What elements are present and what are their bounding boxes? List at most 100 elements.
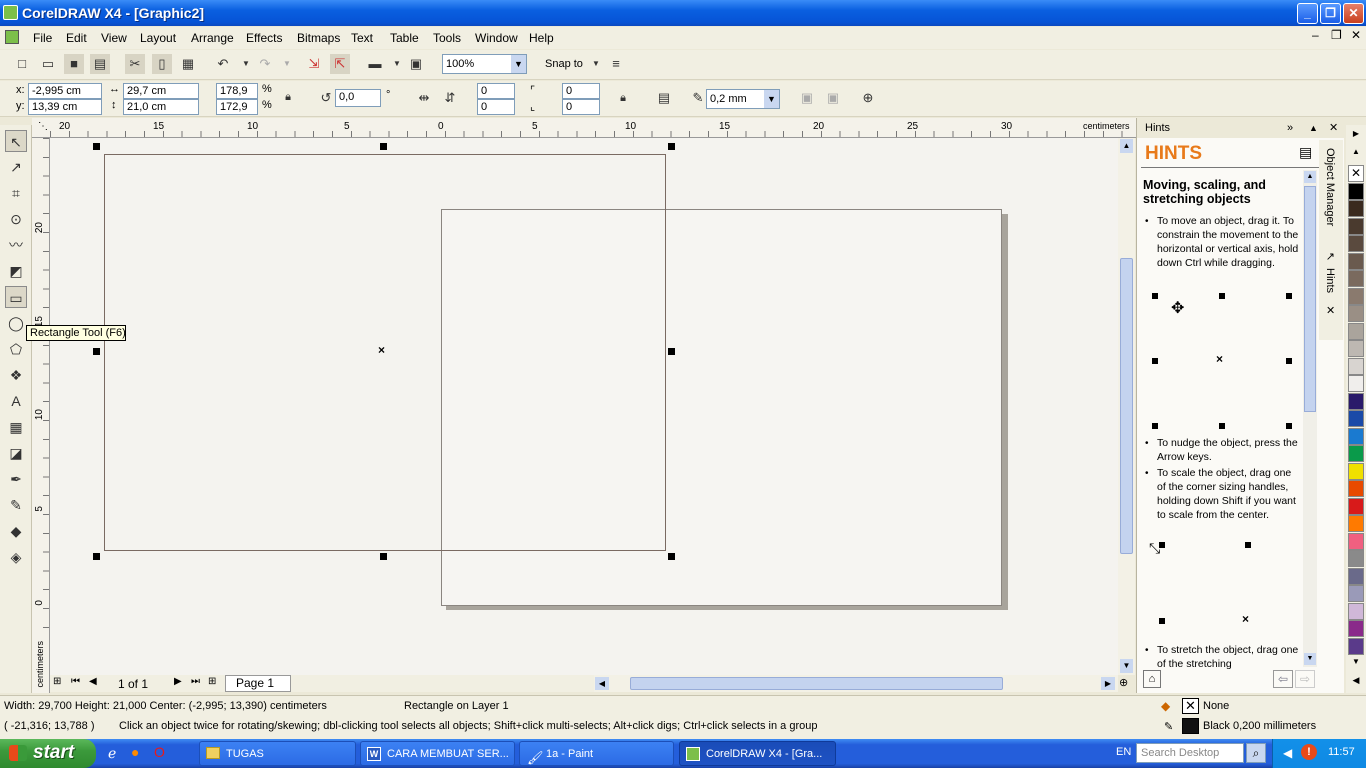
- scroll-left-icon[interactable]: ◀: [595, 677, 609, 690]
- back-arrow-icon[interactable]: ◀: [1283, 746, 1292, 760]
- color-swatch[interactable]: [1348, 200, 1364, 217]
- doc-close-icon[interactable]: ✕: [1351, 28, 1361, 42]
- color-swatch[interactable]: [1348, 585, 1364, 602]
- y-position-field[interactable]: 13,39 cm: [28, 99, 102, 115]
- color-swatch[interactable]: [1348, 217, 1364, 235]
- scale-width-field[interactable]: 178,9: [216, 83, 258, 99]
- drawing-canvas[interactable]: ×: [50, 138, 1118, 675]
- color-swatch[interactable]: [1348, 340, 1364, 357]
- cut-icon[interactable]: ✂: [125, 54, 145, 74]
- corner-radius-top-right[interactable]: 0: [562, 83, 600, 99]
- ie-icon[interactable]: ℯ: [108, 745, 116, 762]
- color-swatch[interactable]: [1348, 375, 1364, 392]
- launcher-dropdown-icon[interactable]: ▼: [387, 54, 407, 74]
- text-tool-icon[interactable]: A: [5, 390, 27, 412]
- page-tab[interactable]: Page 1: [225, 675, 291, 692]
- table-tool-icon[interactable]: ▦: [5, 416, 27, 438]
- polygon-tool-icon[interactable]: ⬠: [5, 338, 27, 360]
- start-button[interactable]: start: [0, 739, 96, 768]
- smart-fill-tool-icon[interactable]: ◩: [5, 260, 27, 282]
- help-book-icon[interactable]: ▤: [1299, 144, 1312, 161]
- next-page-icon[interactable]: ▶: [174, 676, 182, 687]
- tab-hints[interactable]: Hints: [1324, 268, 1336, 293]
- save-icon[interactable]: ■: [64, 54, 84, 74]
- round-corners-lock-icon[interactable]: 🔒︎: [613, 88, 633, 108]
- ruler-origin-icon[interactable]: ⋱: [38, 121, 48, 132]
- menu-window[interactable]: Window: [475, 31, 518, 45]
- crop-tool-icon[interactable]: ⌗: [5, 182, 27, 204]
- palette-scroll-down-icon[interactable]: ▼: [1349, 657, 1363, 671]
- color-swatch[interactable]: [1348, 515, 1364, 532]
- doc-restore-icon[interactable]: ❐: [1331, 28, 1342, 42]
- width-field[interactable]: 29,7 cm: [123, 83, 199, 99]
- task-word-document[interactable]: W CARA MEMBUAT SER...: [360, 741, 515, 766]
- color-swatch[interactable]: [1348, 427, 1364, 445]
- fill-tool-icon[interactable]: ◆: [5, 520, 27, 542]
- color-swatch[interactable]: [1348, 357, 1364, 375]
- navigator-zoom-icon[interactable]: ⊕: [1119, 676, 1128, 689]
- mirror-vertical-icon[interactable]: ⇵: [440, 88, 460, 108]
- zoom-tool-icon[interactable]: ⊙: [5, 208, 27, 230]
- mirror-horizontal-icon[interactable]: ⇹: [414, 88, 434, 108]
- options-icon[interactable]: ≡: [606, 54, 626, 74]
- tab-close-icon[interactable]: ✕: [1326, 304, 1335, 317]
- insert-page-before-icon[interactable]: ⊞: [53, 676, 61, 687]
- rectangle-tool-icon[interactable]: ▭: [5, 286, 27, 308]
- color-swatch[interactable]: [1348, 497, 1364, 515]
- task-coreldraw[interactable]: CorelDRAW X4 - [Gra...: [679, 741, 836, 766]
- menu-tools[interactable]: Tools: [433, 31, 461, 45]
- import-icon[interactable]: ⇲: [304, 54, 324, 74]
- shape-tool-icon[interactable]: ↗: [5, 156, 27, 178]
- open-icon[interactable]: ▭: [38, 54, 58, 74]
- language-indicator[interactable]: EN: [1116, 746, 1131, 758]
- color-swatch[interactable]: [1348, 252, 1364, 270]
- color-swatch[interactable]: [1348, 322, 1364, 340]
- snap-dropdown-icon[interactable]: ▼: [586, 54, 606, 74]
- docker-close-icon[interactable]: ✕: [1329, 118, 1338, 138]
- selection-handle[interactable]: [93, 553, 100, 560]
- task-tugas[interactable]: TUGAS: [199, 741, 356, 766]
- height-field[interactable]: 21,0 cm: [123, 99, 199, 115]
- first-page-icon[interactable]: ⏮: [71, 676, 80, 687]
- color-swatch[interactable]: [1348, 550, 1364, 567]
- vertical-scroll-thumb[interactable]: [1120, 258, 1133, 554]
- color-swatch[interactable]: [1348, 270, 1364, 287]
- color-swatch[interactable]: [1348, 305, 1364, 322]
- scale-height-field[interactable]: 172,9: [216, 99, 258, 115]
- pick-tool-icon[interactable]: ↖: [5, 130, 27, 152]
- undo-dropdown-icon[interactable]: ▼: [236, 54, 256, 74]
- outline-width-select[interactable]: 0,2 mm ▼: [706, 89, 780, 109]
- scroll-up-icon[interactable]: ▲: [1120, 139, 1133, 153]
- color-swatch[interactable]: [1348, 462, 1364, 480]
- corner-radius-bottom-right[interactable]: 0: [562, 99, 600, 115]
- vertical-scrollbar[interactable]: ▲ ▼: [1118, 138, 1135, 675]
- selection-handle[interactable]: [668, 143, 675, 150]
- firefox-icon[interactable]: ●: [131, 744, 139, 760]
- application-launcher-icon[interactable]: ▬: [365, 54, 385, 74]
- menu-table[interactable]: Table: [390, 31, 419, 45]
- title-bar[interactable]: CorelDRAW X4 - [Graphic2] _ ❐ ✕: [0, 0, 1366, 26]
- rotation-field[interactable]: 0,0: [335, 89, 381, 107]
- color-swatch[interactable]: [1348, 567, 1364, 585]
- palette-menu-icon[interactable]: ▶: [1349, 129, 1363, 143]
- convert-to-curves-icon[interactable]: ⊕: [858, 88, 878, 108]
- selection-handle[interactable]: [668, 348, 675, 355]
- lock-ratio-icon[interactable]: 🔒︎: [278, 87, 298, 107]
- selection-handle[interactable]: [93, 143, 100, 150]
- color-swatch[interactable]: [1348, 445, 1364, 462]
- color-swatch[interactable]: [1348, 620, 1364, 637]
- hints-scroll-up-icon[interactable]: ▲: [1304, 171, 1316, 183]
- color-swatch[interactable]: [1348, 480, 1364, 497]
- search-icon[interactable]: ⌕: [1246, 743, 1266, 763]
- vertical-ruler[interactable]: 20 15 10 5 0 centimeters: [32, 138, 50, 693]
- minimize-button[interactable]: _: [1297, 3, 1318, 24]
- menu-text[interactable]: Text: [351, 31, 373, 45]
- selection-handle[interactable]: [380, 553, 387, 560]
- scroll-right-icon[interactable]: ▶: [1101, 677, 1115, 690]
- redo-dropdown-icon[interactable]: ▼: [277, 54, 297, 74]
- menu-file[interactable]: File: [33, 31, 52, 45]
- zoom-level-select[interactable]: 100% ▼: [442, 54, 527, 74]
- color-swatch[interactable]: [1348, 392, 1364, 410]
- menu-bitmaps[interactable]: Bitmaps: [297, 31, 340, 45]
- scroll-down-icon[interactable]: ▼: [1120, 659, 1133, 673]
